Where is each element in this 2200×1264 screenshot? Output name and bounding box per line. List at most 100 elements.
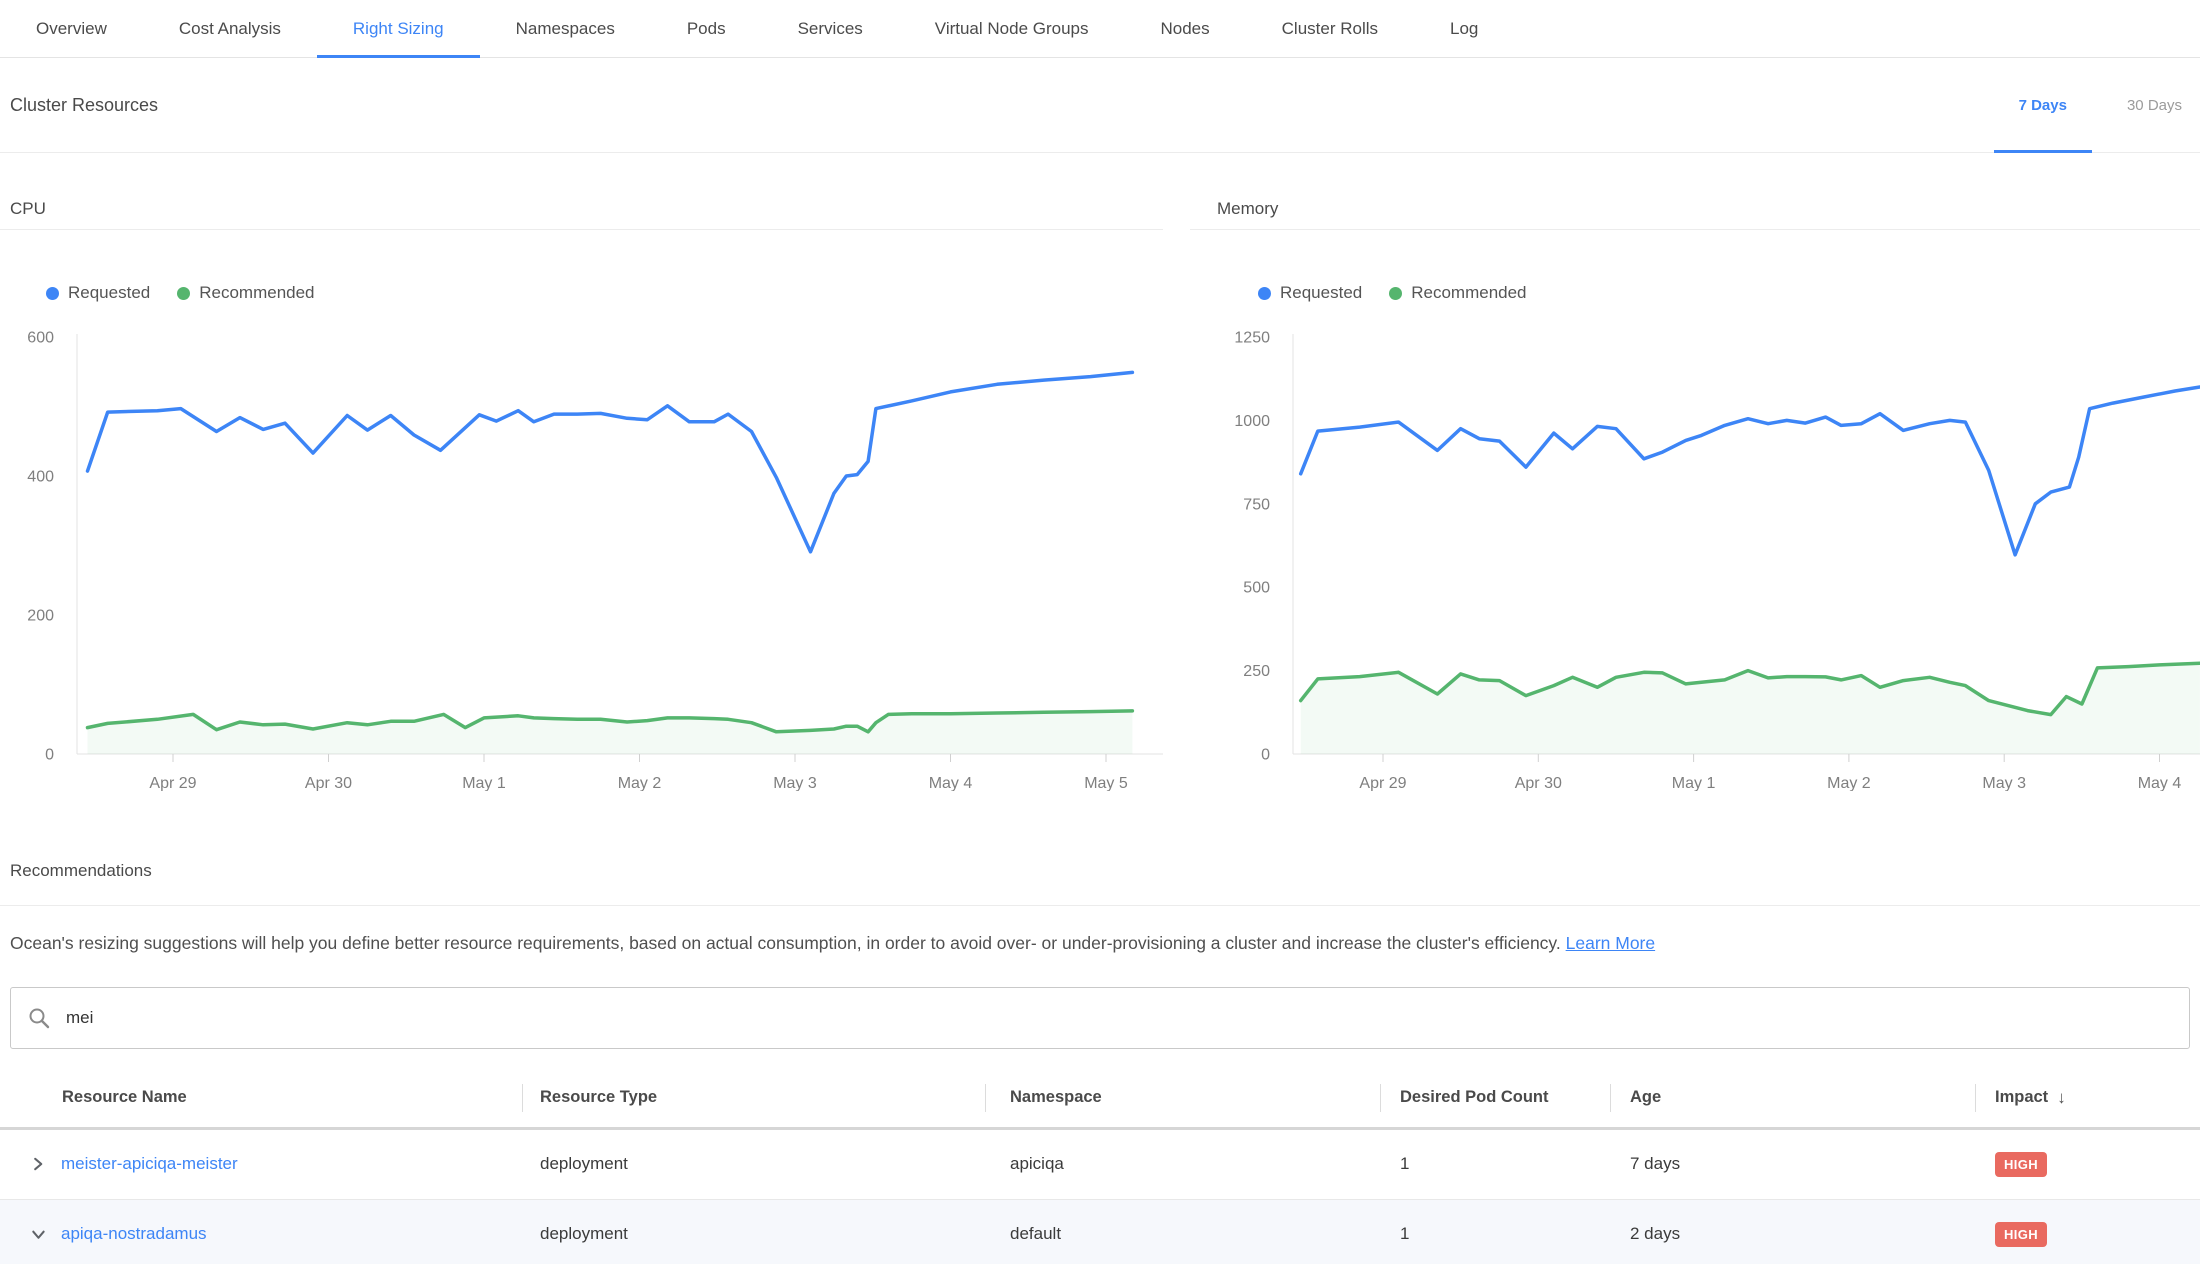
search-input[interactable] [66,1008,2173,1028]
table-row[interactable]: apiqa-nostradamus deploymentdefault12 day… [0,1200,2200,1264]
svg-text:750: 750 [1243,496,1270,513]
column-header-resource-type[interactable]: Resource Type [522,1069,985,1127]
search-box[interactable] [10,987,2190,1049]
cell-resource-name: meister-apiciqa-meister [0,1154,522,1174]
tab-cluster-rolls[interactable]: Cluster Rolls [1246,0,1414,57]
legend-item-requested[interactable]: Requested [1258,283,1362,303]
legend-label: Recommended [199,283,314,303]
table-row[interactable]: meister-apiciqa-meister deploymentapiciqa… [0,1130,2200,1200]
resource-name-link[interactable]: meister-apiciqa-meister [61,1154,238,1174]
memory-chart-panel: Memory RequestedRecommended 025050075010… [1190,153,2200,791]
sort-descending-icon: ↓ [2057,1088,2066,1108]
cell-desired-pod-count: 1 [1380,1154,1610,1174]
recommendations-table: Resource Name Resource Type Namespace Desir… [0,1069,2200,1264]
tab-services[interactable]: Services [762,0,899,57]
tab-pods[interactable]: Pods [651,0,762,57]
svg-text:1000: 1000 [1234,413,1270,430]
svg-text:200: 200 [27,608,54,625]
legend-item-recommended[interactable]: Recommended [1389,283,1526,303]
svg-text:May 4: May 4 [929,775,973,791]
svg-text:May 3: May 3 [1982,775,2026,791]
svg-text:Apr 30: Apr 30 [1515,775,1562,791]
svg-text:400: 400 [27,469,54,486]
svg-text:Apr 29: Apr 29 [149,775,196,791]
cell-impact: HIGH [1975,1222,2200,1247]
column-header-resource-name[interactable]: Resource Name [0,1069,522,1127]
cell-namespace: apiciqa [985,1154,1380,1174]
legend-label: Recommended [1411,283,1526,303]
section-title: Cluster Resources [10,95,158,116]
tab-nodes[interactable]: Nodes [1125,0,1246,57]
impact-badge: HIGH [1995,1152,2047,1177]
svg-text:250: 250 [1243,663,1270,680]
recommendations-description-text: Ocean's resizing suggestions will help y… [10,933,1561,953]
cell-resource-name: apiqa-nostradamus [0,1224,522,1244]
search-icon [27,1006,51,1030]
svg-text:0: 0 [45,747,54,764]
cpu-chart: 0200400600Apr 29Apr 30May 1May 2May 3May… [0,321,1163,791]
svg-text:May 2: May 2 [1827,775,1871,791]
column-header-desired-pod-count[interactable]: Desired Pod Count [1380,1069,1610,1127]
tab-overview[interactable]: Overview [0,0,143,57]
cpu-chart-panel: CPU Requested Recommended 0 200 400 600 Apr 2… [0,153,1163,791]
cell-impact: HIGH [1975,1152,2200,1177]
legend-dot-recommended [177,287,190,300]
charts-row: CPU Requested Recommended 0 200 400 600 Apr 2… [0,153,2200,791]
column-header-namespace[interactable]: Namespace [985,1069,1380,1127]
svg-text:May 3: May 3 [773,775,817,791]
chevron-down-icon[interactable] [30,1226,46,1242]
cpu-chart-legend: Requested Recommended [46,282,1163,304]
cell-resource-type: deployment [522,1154,985,1174]
cell-desired-pod-count: 1 [1380,1224,1610,1244]
memory-chart-legend: Requested Recommended [1258,282,2200,304]
svg-text:May 4: May 4 [2138,775,2182,791]
column-header-impact[interactable]: Impact ↓ [1975,1069,2200,1127]
svg-text:May 5: May 5 [1084,775,1128,791]
legend-item-recommended[interactable]: Recommended [177,283,314,303]
tab-log[interactable]: Log [1414,0,1514,57]
column-header-label: Resource Name [62,1088,187,1107]
table-body: meister-apiciqa-meisterdeploymentapiciqa… [0,1130,2200,1264]
column-header-label: Namespace [1010,1088,1102,1107]
column-header-label: Desired Pod Count [1400,1088,1549,1107]
recommendations-title: Recommendations [0,791,2200,906]
chevron-right-icon[interactable] [30,1156,46,1172]
svg-text:Apr 29: Apr 29 [1359,775,1406,791]
table-header-row: Resource Name Resource Type Namespace Desir… [0,1069,2200,1130]
date-range-toggle: 7 Days30 Days [1994,58,2200,152]
cluster-resources-header: Cluster Resources 7 Days30 Days [0,58,2200,153]
svg-text:600: 600 [27,330,54,347]
legend-label: Requested [68,283,150,303]
memory-chart-title: Memory [1190,153,2200,230]
cpu-requested-line [88,372,1133,551]
range-30-days[interactable]: 30 Days [2092,58,2200,152]
svg-text:1250: 1250 [1234,330,1270,347]
svg-text:500: 500 [1243,580,1270,597]
cell-resource-type: deployment [522,1224,985,1244]
tab-namespaces[interactable]: Namespaces [480,0,651,57]
tab-cost-analysis[interactable]: Cost Analysis [143,0,317,57]
resource-name-link[interactable]: apiqa-nostradamus [61,1224,207,1244]
memory-chart: 025050075010001250Apr 29Apr 30May 1May 2… [1190,321,2200,791]
column-header-label: Resource Type [540,1088,657,1107]
column-header-age[interactable]: Age [1610,1069,1975,1127]
tab-bar: OverviewCost AnalysisRight SizingNamespa… [0,0,2200,58]
impact-badge: HIGH [1995,1222,2047,1247]
cell-age: 7 days [1610,1154,1975,1174]
range-7-days[interactable]: 7 Days [1994,58,2092,152]
cell-age: 2 days [1610,1224,1975,1244]
legend-item-requested[interactable]: Requested [46,283,150,303]
legend-dot-requested [46,287,59,300]
recommendations-description: Ocean's resizing suggestions will help y… [0,906,2200,956]
tab-right-sizing[interactable]: Right Sizing [317,0,480,57]
svg-text:May 1: May 1 [1672,775,1716,791]
svg-text:May 1: May 1 [462,775,506,791]
learn-more-link[interactable]: Learn More [1566,933,1656,953]
cpu-chart-title: CPU [0,153,1163,230]
cell-namespace: default [985,1224,1380,1244]
column-header-label: Impact [1995,1088,2048,1107]
tab-virtual-node-groups[interactable]: Virtual Node Groups [899,0,1125,57]
legend-dot-requested [1258,287,1271,300]
memory-requested-line [1301,387,2200,555]
column-header-label: Age [1630,1088,1661,1107]
